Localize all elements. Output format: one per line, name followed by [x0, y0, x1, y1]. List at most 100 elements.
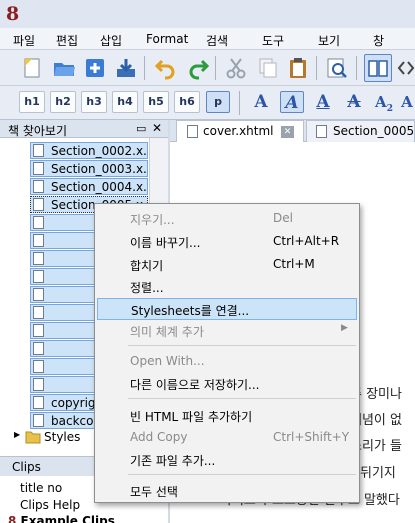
menu-insert[interactable]: 삽입 — [100, 32, 122, 49]
menu-item-select-all[interactable]: 모두 선택 — [97, 480, 357, 502]
code-view-icon[interactable] — [397, 57, 415, 79]
book-browser-title: 책 찾아보기 — [8, 124, 68, 138]
html-file-icon — [33, 360, 44, 373]
close-tab-icon[interactable]: ✕ — [281, 126, 294, 138]
underline-style-icon[interactable]: A — [311, 91, 335, 113]
file-item[interactable]: Section_0003.x... — [30, 160, 148, 177]
heading-2-button[interactable]: h2 — [50, 91, 76, 113]
html-file-icon — [33, 306, 44, 319]
title-bar: 8 — [0, 0, 415, 28]
html-file-icon — [316, 125, 327, 138]
html-file-icon — [33, 144, 44, 157]
tab-section-0005[interactable]: Section_0005.x — [306, 120, 415, 142]
clip-item[interactable]: title no — [20, 481, 62, 495]
menu-edit[interactable]: 편집 — [56, 32, 78, 49]
book-view-button[interactable] — [364, 54, 392, 82]
heading-1-button[interactable]: h1 — [19, 91, 45, 113]
file-item[interactable]: Section_0002.x... — [30, 142, 148, 159]
html-file-icon — [187, 125, 198, 138]
html-file-icon — [33, 216, 44, 229]
menu-item-sort[interactable]: 정렬... — [97, 276, 357, 298]
main-toolbar — [0, 50, 415, 86]
menu-view[interactable]: 보기 — [318, 32, 340, 49]
menu-bar: 파일 편집 삽입 Format 검색 도구 보기 창 — [0, 28, 415, 50]
html-file-icon — [33, 396, 44, 409]
sigil-icon: 8 — [8, 514, 21, 523]
find-icon[interactable] — [325, 56, 349, 80]
open-folder-icon[interactable] — [52, 56, 76, 80]
subscript-style-icon[interactable]: A2 — [372, 91, 396, 114]
heading-6-button[interactable]: h6 — [174, 91, 200, 113]
html-file-icon — [33, 252, 44, 265]
superscript-style-icon[interactable]: A — [399, 91, 415, 113]
close-panel-icon[interactable]: ✕ — [152, 121, 162, 135]
menu-file[interactable]: 파일 — [13, 32, 35, 49]
add-icon[interactable] — [83, 56, 107, 80]
redo-icon[interactable] — [186, 56, 210, 80]
paragraph-button[interactable]: p — [206, 91, 230, 113]
menu-search[interactable]: 검색 — [206, 32, 228, 49]
heading-3-button[interactable]: h3 — [81, 91, 107, 113]
toolbar-separator — [215, 56, 216, 80]
heading-5-button[interactable]: h5 — [143, 91, 169, 113]
html-file-icon — [33, 378, 44, 391]
menu-window[interactable]: 창 — [373, 32, 384, 49]
menu-item-rename[interactable]: 이름 바꾸기... Ctrl+Alt+R — [97, 231, 357, 253]
menu-item-merge[interactable]: 합치기 Ctrl+M — [97, 254, 357, 276]
menu-item-delete[interactable]: 지우기... Del — [97, 208, 357, 230]
html-file-icon — [33, 234, 44, 247]
html-file-icon — [33, 342, 44, 355]
heading-4-button[interactable]: h4 — [112, 91, 138, 113]
expand-arrow-icon[interactable]: ▶ — [14, 430, 20, 439]
bold-style-icon[interactable]: A — [249, 91, 273, 113]
toolbar-separator — [144, 56, 145, 80]
cut-icon[interactable] — [224, 56, 248, 80]
undo-icon[interactable] — [154, 56, 178, 80]
html-file-icon — [33, 180, 44, 193]
new-file-icon[interactable] — [20, 56, 44, 80]
strikethrough-style-icon[interactable]: A — [342, 91, 366, 113]
menu-item-open-with[interactable]: Open With... — [97, 351, 357, 373]
menu-item-add-copy[interactable]: Add Copy Ctrl+Shift+Y — [97, 427, 357, 449]
clips-title: Clips — [12, 460, 41, 474]
submenu-arrow-icon: ▶ — [341, 323, 348, 333]
toolbar-separator — [316, 56, 317, 80]
html-file-icon — [33, 270, 44, 283]
toolbar-separator — [356, 56, 357, 80]
save-icon[interactable] — [114, 56, 138, 80]
menu-item-add-semantics[interactable]: 의미 체계 추가 ▶ — [97, 320, 357, 342]
html-file-icon — [33, 414, 44, 427]
folder-icon — [25, 431, 41, 444]
italic-style-icon[interactable]: A — [280, 91, 304, 113]
editor-text: 뒤기지 — [360, 466, 396, 481]
menu-item-link-stylesheets[interactable]: Stylesheets를 연결... — [97, 298, 357, 320]
menu-separator — [128, 474, 356, 475]
html-file-icon — [33, 324, 44, 337]
clip-item[interactable]: Clips Help — [20, 498, 80, 512]
tab-cover[interactable]: cover.xhtml ✕ — [176, 120, 304, 142]
html-file-icon — [33, 198, 44, 211]
book-browser-header: 책 찾아보기 ▭ ✕ — [0, 120, 168, 138]
paste-icon[interactable] — [286, 56, 310, 80]
clip-group[interactable]: 8 Example Clips — [8, 514, 115, 523]
menu-item-add-existing[interactable]: 기존 파일 추가... — [97, 449, 357, 471]
menu-separator — [128, 345, 356, 346]
styles-folder-label: Styles — [44, 430, 81, 444]
tab-label: cover.xhtml — [203, 124, 274, 138]
menu-format[interactable]: Format — [146, 32, 188, 46]
tab-label: Section_0005.x — [333, 124, 415, 138]
menu-tools[interactable]: 도구 — [262, 32, 284, 49]
copy-icon[interactable] — [256, 56, 280, 80]
html-file-icon — [33, 162, 44, 175]
editor-tabbar: cover.xhtml ✕ Section_0005.x — [170, 120, 415, 142]
book-view-icon — [368, 60, 388, 77]
menu-item-add-blank-html[interactable]: 빈 HTML 파일 추가하기 — [97, 405, 357, 427]
context-menu: 지우기... Del 이름 바꾸기... Ctrl+Alt+R 합치기 Ctrl… — [94, 203, 360, 503]
menu-separator — [128, 398, 356, 399]
menu-item-save-as[interactable]: 다른 이름으로 저장하기... — [97, 373, 357, 395]
toolbar-separator — [239, 91, 240, 115]
app-logo: 8 — [6, 3, 20, 25]
file-item[interactable]: Section_0004.x... — [30, 178, 148, 195]
html-file-icon — [33, 288, 44, 301]
float-panel-icon[interactable]: ▭ — [136, 122, 146, 135]
